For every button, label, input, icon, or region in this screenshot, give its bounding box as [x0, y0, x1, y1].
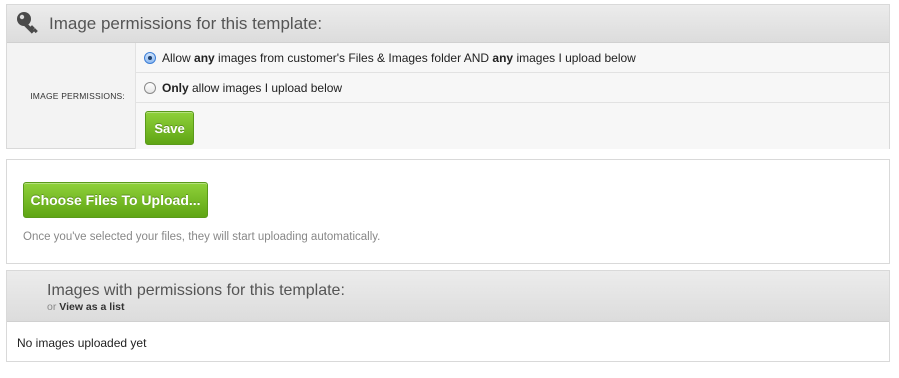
view-as-list-link[interactable]: View as a list	[59, 301, 124, 313]
save-button[interactable]: Save	[145, 111, 194, 145]
option-only-uploaded-row[interactable]: Only allow images I upload below	[136, 73, 889, 103]
radio-any-images[interactable]	[144, 51, 156, 64]
permissions-header: Image permissions for this template:	[7, 5, 889, 43]
upload-panel: Choose Files To Upload... Once you've se…	[6, 159, 890, 264]
upload-hint: Once you've selected your files, they wi…	[23, 231, 381, 243]
option-any-images-row[interactable]: Allow any images from customer's Files &…	[136, 43, 889, 73]
choose-files-button[interactable]: Choose Files To Upload...	[23, 182, 208, 218]
image-permissions-panel: Image permissions for this template: IMA…	[6, 4, 890, 149]
images-title: Images with permissions for this templat…	[47, 282, 345, 299]
view-toggle-line: or View as a list	[47, 301, 124, 313]
option-only-uploaded-label: Only allow images I upload below	[162, 80, 343, 95]
radio-only-uploaded[interactable]	[144, 81, 156, 94]
permissions-title: Image permissions for this template:	[49, 14, 323, 33]
permission-options: Allow any images from customer's Files &…	[135, 43, 889, 149]
image-permissions-label: IMAGE PERMISSIONS:	[30, 91, 125, 101]
images-panel: Images with permissions for this templat…	[6, 270, 890, 362]
images-header: Images with permissions for this templat…	[7, 271, 889, 322]
empty-images-message: No images uploaded yet	[17, 336, 147, 350]
or-text: or	[47, 301, 57, 313]
key-icon	[17, 12, 38, 34]
option-any-images-label: Allow any images from customer's Files &…	[162, 50, 636, 65]
